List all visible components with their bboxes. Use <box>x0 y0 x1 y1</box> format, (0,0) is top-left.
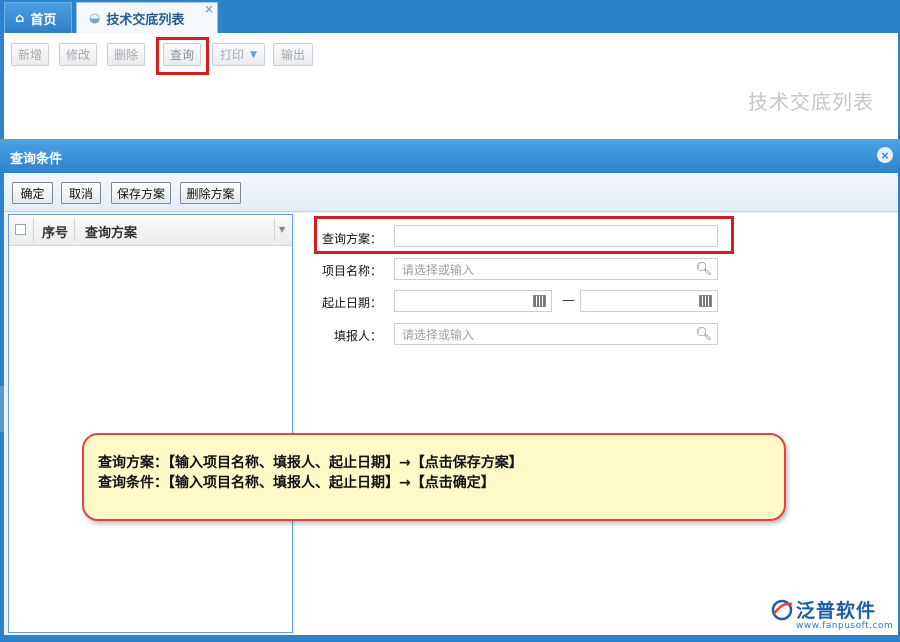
cancel-button[interactable]: 取消 <box>61 182 101 204</box>
date-label: 起止日期： <box>321 296 382 310</box>
search-icon[interactable]: 🔍︎ <box>695 262 712 277</box>
plan-highlight-box <box>314 216 734 254</box>
query-highlight-box <box>156 37 209 75</box>
confirm-button[interactable]: 确定 <box>12 182 53 204</box>
plan-list[interactable] <box>8 214 293 633</box>
select-all-checkbox[interactable] <box>15 224 26 235</box>
search-icon[interactable]: 🔍︎ <box>695 327 712 342</box>
print-label: 打印 <box>220 48 245 62</box>
tab-tech-disclosure-list[interactable]: ◒ 技术交底列表 <box>76 2 218 33</box>
brand-logo-icon <box>771 599 793 621</box>
tab-close-icon[interactable]: × <box>204 2 214 16</box>
calendar-icon[interactable] <box>533 295 546 307</box>
project-placeholder: 请选择或输入 <box>402 262 475 277</box>
dialog-title: 查询条件 <box>10 152 63 167</box>
brand-name: 泛普软件 <box>796 600 877 622</box>
tab-active-label: 技术交底列表 <box>106 12 185 28</box>
export-button[interactable]: 输出 <box>273 43 313 66</box>
new-button[interactable]: 新增 <box>11 43 49 66</box>
delete-plan-button[interactable]: 删除方案 <box>180 182 241 204</box>
column-divider <box>33 218 34 242</box>
calendar-icon[interactable] <box>699 295 712 307</box>
dropdown-arrow-icon: ▼ <box>250 49 257 60</box>
column-header-plan: 查询方案 <box>85 226 138 241</box>
column-divider <box>274 218 275 242</box>
dialog-header <box>0 139 900 173</box>
tab-home[interactable]: ⌂ 首页 <box>4 2 72 33</box>
home-icon: ⌂ <box>15 10 25 26</box>
tab-home-label: 首页 <box>30 12 57 28</box>
reporter-placeholder: 请选择或输入 <box>402 327 475 342</box>
page-title-watermark: 技术交底列表 <box>748 90 874 114</box>
delete-button[interactable]: 删除 <box>107 43 145 66</box>
callout-line-condition: 查询条件：【输入项目名称、填报人、起止日期】→【点击确定】 <box>98 475 495 491</box>
reporter-input[interactable]: 请选择或输入 🔍︎ <box>394 323 718 345</box>
date-end-input[interactable] <box>580 290 718 312</box>
reporter-label: 填报人： <box>333 329 382 343</box>
page-icon: ◒ <box>89 10 101 26</box>
column-divider <box>74 218 75 242</box>
column-header-seq: 序号 <box>42 226 69 241</box>
brand-url: www.fanpusoft.com <box>796 621 894 631</box>
edit-button[interactable]: 修改 <box>59 43 97 66</box>
date-start-input[interactable] <box>394 290 552 312</box>
date-range-separator: — <box>562 293 575 308</box>
dialog-close-icon[interactable]: × <box>877 147 893 163</box>
callout-line-plan: 查询方案：【输入项目名称、填报人、起止日期】→【点击保存方案】 <box>98 455 523 471</box>
project-label: 项目名称： <box>321 264 382 278</box>
save-plan-button[interactable]: 保存方案 <box>111 182 171 204</box>
print-button[interactable]: 打印 ▼ <box>212 43 265 66</box>
project-input[interactable]: 请选择或输入 🔍︎ <box>394 258 718 280</box>
column-menu-icon[interactable]: ▼ <box>279 225 285 234</box>
